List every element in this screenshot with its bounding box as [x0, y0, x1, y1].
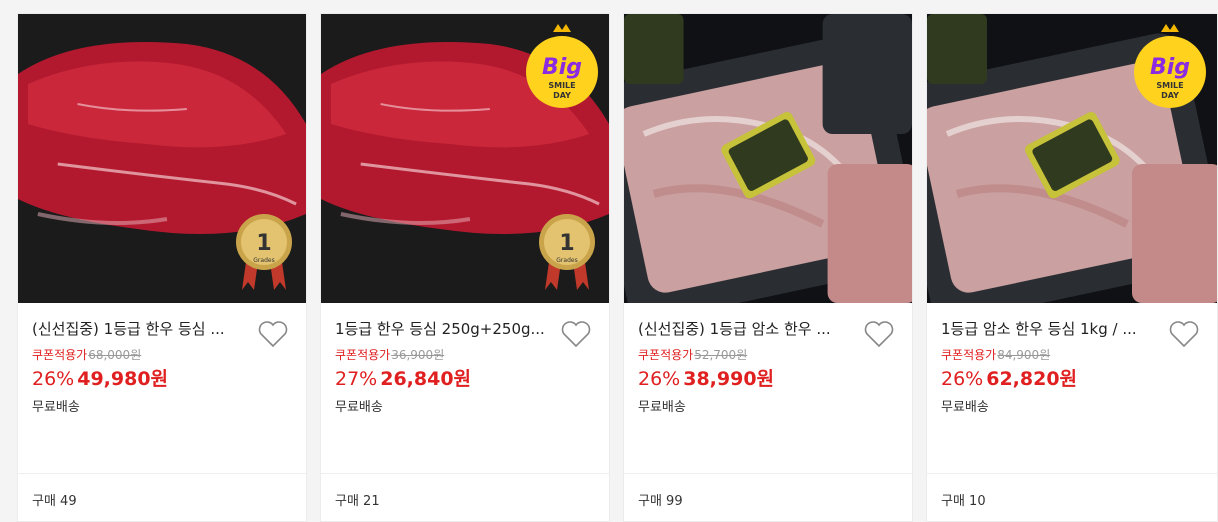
- shipping-info: 무료배송: [941, 400, 989, 415]
- svg-text:1: 1: [256, 231, 271, 256]
- svg-text:1: 1: [559, 231, 574, 256]
- original-price: 52,700원: [694, 348, 748, 362]
- coupon-label: 쿠폰적용가: [32, 348, 88, 362]
- product-title[interactable]: (신선집중) 1등급 암소 한우 ...: [638, 319, 853, 339]
- discount-rate: 27%: [335, 368, 378, 390]
- purchase-count: 구매 99: [624, 473, 912, 522]
- purchase-count: 구매 10: [927, 473, 1217, 522]
- product-card[interactable]: 1 Grades Big SMILE DAY 1등급 한우 등심 250g+25…: [320, 13, 610, 522]
- shipping-info: 무료배송: [335, 400, 383, 415]
- svg-text:DAY: DAY: [553, 91, 571, 100]
- original-price: 84,900원: [997, 348, 1051, 362]
- sale-price: 26,840원: [380, 368, 472, 390]
- sale-price: 49,980원: [77, 368, 169, 390]
- product-image[interactable]: 1 Grades: [18, 14, 306, 303]
- heart-icon[interactable]: [561, 320, 591, 348]
- purchase-count: 구매 49: [18, 473, 306, 522]
- shipping-info: 무료배송: [32, 400, 80, 415]
- product-card[interactable]: Big SMILE DAY 1등급 암소 한우 등심 1kg / ... 쿠폰적…: [926, 13, 1218, 522]
- product-title[interactable]: 1등급 암소 한우 등심 1kg / ...: [941, 319, 1156, 339]
- svg-text:SMILE: SMILE: [548, 81, 575, 90]
- product-title[interactable]: 1등급 한우 등심 250g+250g...: [335, 319, 550, 339]
- big-smile-day-badge: Big SMILE DAY: [526, 24, 598, 108]
- svg-text:DAY: DAY: [1161, 91, 1179, 100]
- grade-1-medal-icon: 1 Grades: [236, 214, 292, 290]
- coupon-label: 쿠폰적용가: [335, 348, 391, 362]
- svg-text:SMILE: SMILE: [1156, 81, 1183, 90]
- purchase-count: 구매 21: [321, 473, 609, 522]
- heart-icon[interactable]: [864, 320, 894, 348]
- heart-icon[interactable]: [258, 320, 288, 348]
- discount-rate: 26%: [32, 368, 75, 390]
- product-card[interactable]: (신선집중) 1등급 암소 한우 ... 쿠폰적용가52,700원 26% 38,…: [623, 13, 913, 522]
- shipping-info: 무료배송: [638, 400, 686, 415]
- svg-text:Grades: Grades: [556, 257, 577, 264]
- product-image[interactable]: [624, 14, 912, 303]
- grade-1-medal-icon: 1 Grades: [539, 214, 595, 290]
- discount-rate: 26%: [941, 368, 984, 390]
- original-price: 68,000원: [88, 348, 142, 362]
- packaged-beef-photo: [624, 14, 912, 303]
- svg-text:Big: Big: [1150, 55, 1190, 80]
- original-price: 36,900원: [391, 348, 445, 362]
- sale-price: 62,820원: [986, 368, 1078, 390]
- svg-text:Grades: Grades: [253, 257, 274, 264]
- product-image[interactable]: 1 Grades Big SMILE DAY: [321, 14, 609, 303]
- product-card[interactable]: 1 Grades (신선집중) 1등급 한우 등심 ... 쿠폰적용가68,00…: [17, 13, 307, 522]
- coupon-label: 쿠폰적용가: [941, 348, 997, 362]
- discount-rate: 26%: [638, 368, 681, 390]
- coupon-label: 쿠폰적용가: [638, 348, 694, 362]
- product-image[interactable]: Big SMILE DAY: [927, 14, 1217, 303]
- product-title[interactable]: (신선집중) 1등급 한우 등심 ...: [32, 319, 247, 339]
- sale-price: 38,990원: [683, 368, 775, 390]
- big-smile-day-badge: Big SMILE DAY: [1134, 24, 1206, 108]
- heart-icon[interactable]: [1169, 320, 1199, 348]
- svg-text:Big: Big: [542, 55, 582, 80]
